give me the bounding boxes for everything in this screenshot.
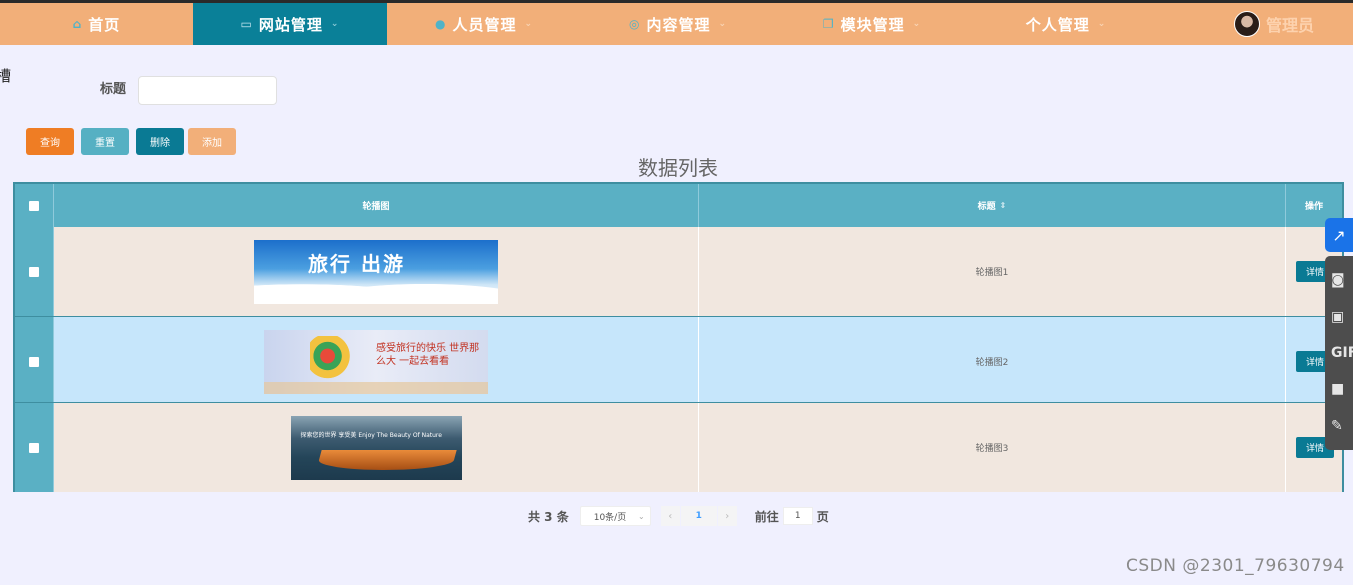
page-suffix: 页 xyxy=(816,509,829,524)
nav-item-label: 首页 xyxy=(88,15,121,34)
table-row: 探索您的世界 享受美 Enjoy The Beauty Of Nature 轮播… xyxy=(15,403,1342,492)
watermark: CSDN @2301_79630794 xyxy=(1126,556,1345,576)
table-row: 感受旅行的快乐 世界那么大 一起去看看 轮播图2 详情 xyxy=(15,317,1342,406)
goto-label: 前往 xyxy=(754,509,779,524)
column-header-title[interactable]: 标题 ⇕ xyxy=(699,184,1286,227)
column-header-label: 操作 xyxy=(1304,202,1323,212)
nav-item-people-management[interactable]: ● 人员管理 ⌄ xyxy=(387,3,581,45)
banner-text: 感受旅行的快乐 世界那么大 一起去看看 xyxy=(376,342,480,367)
share-icon[interactable]: ↗ xyxy=(1325,218,1353,252)
image-cell: 旅行 出游 xyxy=(54,227,699,316)
page-size-value: 10条/页 xyxy=(593,512,627,523)
pen-icon[interactable]: ✎ xyxy=(1331,418,1353,434)
camera-icon[interactable]: ◙ xyxy=(1331,272,1353,288)
banner-text: 旅行 出游 xyxy=(308,251,405,276)
image-cell: 感受旅行的快乐 世界那么大 一起去看看 xyxy=(54,317,699,406)
column-header-label: 轮播图 xyxy=(362,202,390,212)
row-checkbox-cell xyxy=(15,403,54,492)
row-checkbox[interactable] xyxy=(29,442,39,453)
table-row: 旅行 出游 轮播图1 详情 xyxy=(15,227,1342,316)
tool-panel: ◙ ▣ GIF ■ ✎ xyxy=(1325,256,1353,450)
prev-page-button[interactable]: ‹ xyxy=(660,506,680,526)
data-table: 轮播图 标题 ⇕ 操作 旅行 出游 轮播图1 详情 感受旅行的快乐 世界那么大 … xyxy=(13,182,1344,492)
chevron-down-icon: ⌄ xyxy=(912,19,922,29)
user-menu[interactable]: 管理员 xyxy=(1234,3,1314,45)
delete-button[interactable]: 删除 xyxy=(136,128,184,155)
nav-item-site-management[interactable]: ▭ 网站管理 ⌄ xyxy=(193,3,387,45)
nav-item-label: 个人管理 xyxy=(1025,15,1090,34)
title-cell: 轮播图3 xyxy=(699,403,1286,492)
row-checkbox[interactable] xyxy=(29,356,39,367)
nav-item-home[interactable]: ⌂ 首页 xyxy=(0,3,193,45)
image-icon[interactable]: ▣ xyxy=(1331,309,1353,325)
page-size-select[interactable]: 10条/页 ⌄ xyxy=(579,506,651,526)
top-nav: ⌂ 首页 ▭ 网站管理 ⌄ ● 人员管理 ⌄ ◎ 内容管理 ⌄ ❐ 模块管理 ⌄… xyxy=(0,0,1353,45)
user-name: 管理员 xyxy=(1266,16,1315,35)
row-checkbox-cell xyxy=(15,227,54,316)
title-cell: 轮播图2 xyxy=(699,317,1286,406)
home-icon: ⌂ xyxy=(72,17,83,31)
copy-icon: ❐ xyxy=(822,17,835,31)
image-cell: 探索您的世界 享受美 Enjoy The Beauty Of Nature xyxy=(54,403,699,492)
chevron-down-icon: ⌄ xyxy=(524,19,534,29)
chevron-down-icon: ⌄ xyxy=(330,19,340,29)
pagination: 共 3 条 10条/页 ⌄ ‹ 1 › 前往 1 页 xyxy=(528,506,829,526)
select-all-checkbox[interactable] xyxy=(29,200,39,211)
floating-toolbar: ↗ ◙ ▣ GIF ■ ✎ xyxy=(1325,218,1353,450)
add-button[interactable]: 添加 xyxy=(188,128,236,155)
gif-icon[interactable]: GIF xyxy=(1331,345,1353,361)
page-number[interactable]: 1 xyxy=(680,506,717,526)
goto-page-input[interactable]: 1 xyxy=(782,507,813,525)
query-button[interactable]: 查询 xyxy=(26,128,74,155)
select-all-cell xyxy=(15,184,54,227)
reset-button[interactable]: 重置 xyxy=(81,128,129,155)
list-title: 数据列表 xyxy=(638,156,718,180)
nav-item-label: 内容管理 xyxy=(646,15,711,34)
video-icon[interactable]: ■ xyxy=(1331,381,1353,397)
avatar xyxy=(1234,11,1260,37)
corner-text: 槽 xyxy=(0,67,12,85)
banner-image[interactable]: 探索您的世界 享受美 Enjoy The Beauty Of Nature xyxy=(290,415,462,480)
nav-item-module-management[interactable]: ❐ 模块管理 ⌄ xyxy=(775,3,969,45)
chevron-down-icon: ⌄ xyxy=(1097,19,1107,29)
monitor-icon: ▭ xyxy=(240,17,253,31)
title-cell: 轮播图1 xyxy=(699,227,1286,316)
nav-item-label: 网站管理 xyxy=(258,15,323,34)
column-header-label: 标题 xyxy=(977,202,996,212)
banner-image[interactable]: 感受旅行的快乐 世界那么大 一起去看看 xyxy=(264,329,488,394)
column-header-image: 轮播图 xyxy=(54,184,699,227)
chat-icon: ◎ xyxy=(628,17,641,31)
nav-item-personal-management[interactable]: 个人管理 ⌄ xyxy=(969,3,1163,45)
chevron-down-icon: ⌄ xyxy=(638,512,645,521)
banner-image[interactable]: 旅行 出游 xyxy=(254,239,498,304)
nav-item-content-management[interactable]: ◎ 内容管理 ⌄ xyxy=(581,3,775,45)
next-page-button[interactable]: › xyxy=(717,506,737,526)
row-checkbox-cell xyxy=(15,317,54,406)
table-header: 轮播图 标题 ⇕ 操作 xyxy=(15,184,1342,227)
total-count: 共 3 条 xyxy=(528,509,569,524)
sort-icon[interactable]: ⇕ xyxy=(1000,201,1007,210)
banner-text: 探索您的世界 享受美 Enjoy The Beauty Of Nature xyxy=(300,431,442,439)
nav-item-label: 人员管理 xyxy=(452,15,517,34)
user-icon: ● xyxy=(434,17,447,31)
nav-item-label: 模块管理 xyxy=(840,15,905,34)
search-input[interactable] xyxy=(138,76,277,105)
search-label: 标题 xyxy=(100,82,127,97)
chevron-down-icon: ⌄ xyxy=(718,19,728,29)
row-checkbox[interactable] xyxy=(29,266,39,277)
